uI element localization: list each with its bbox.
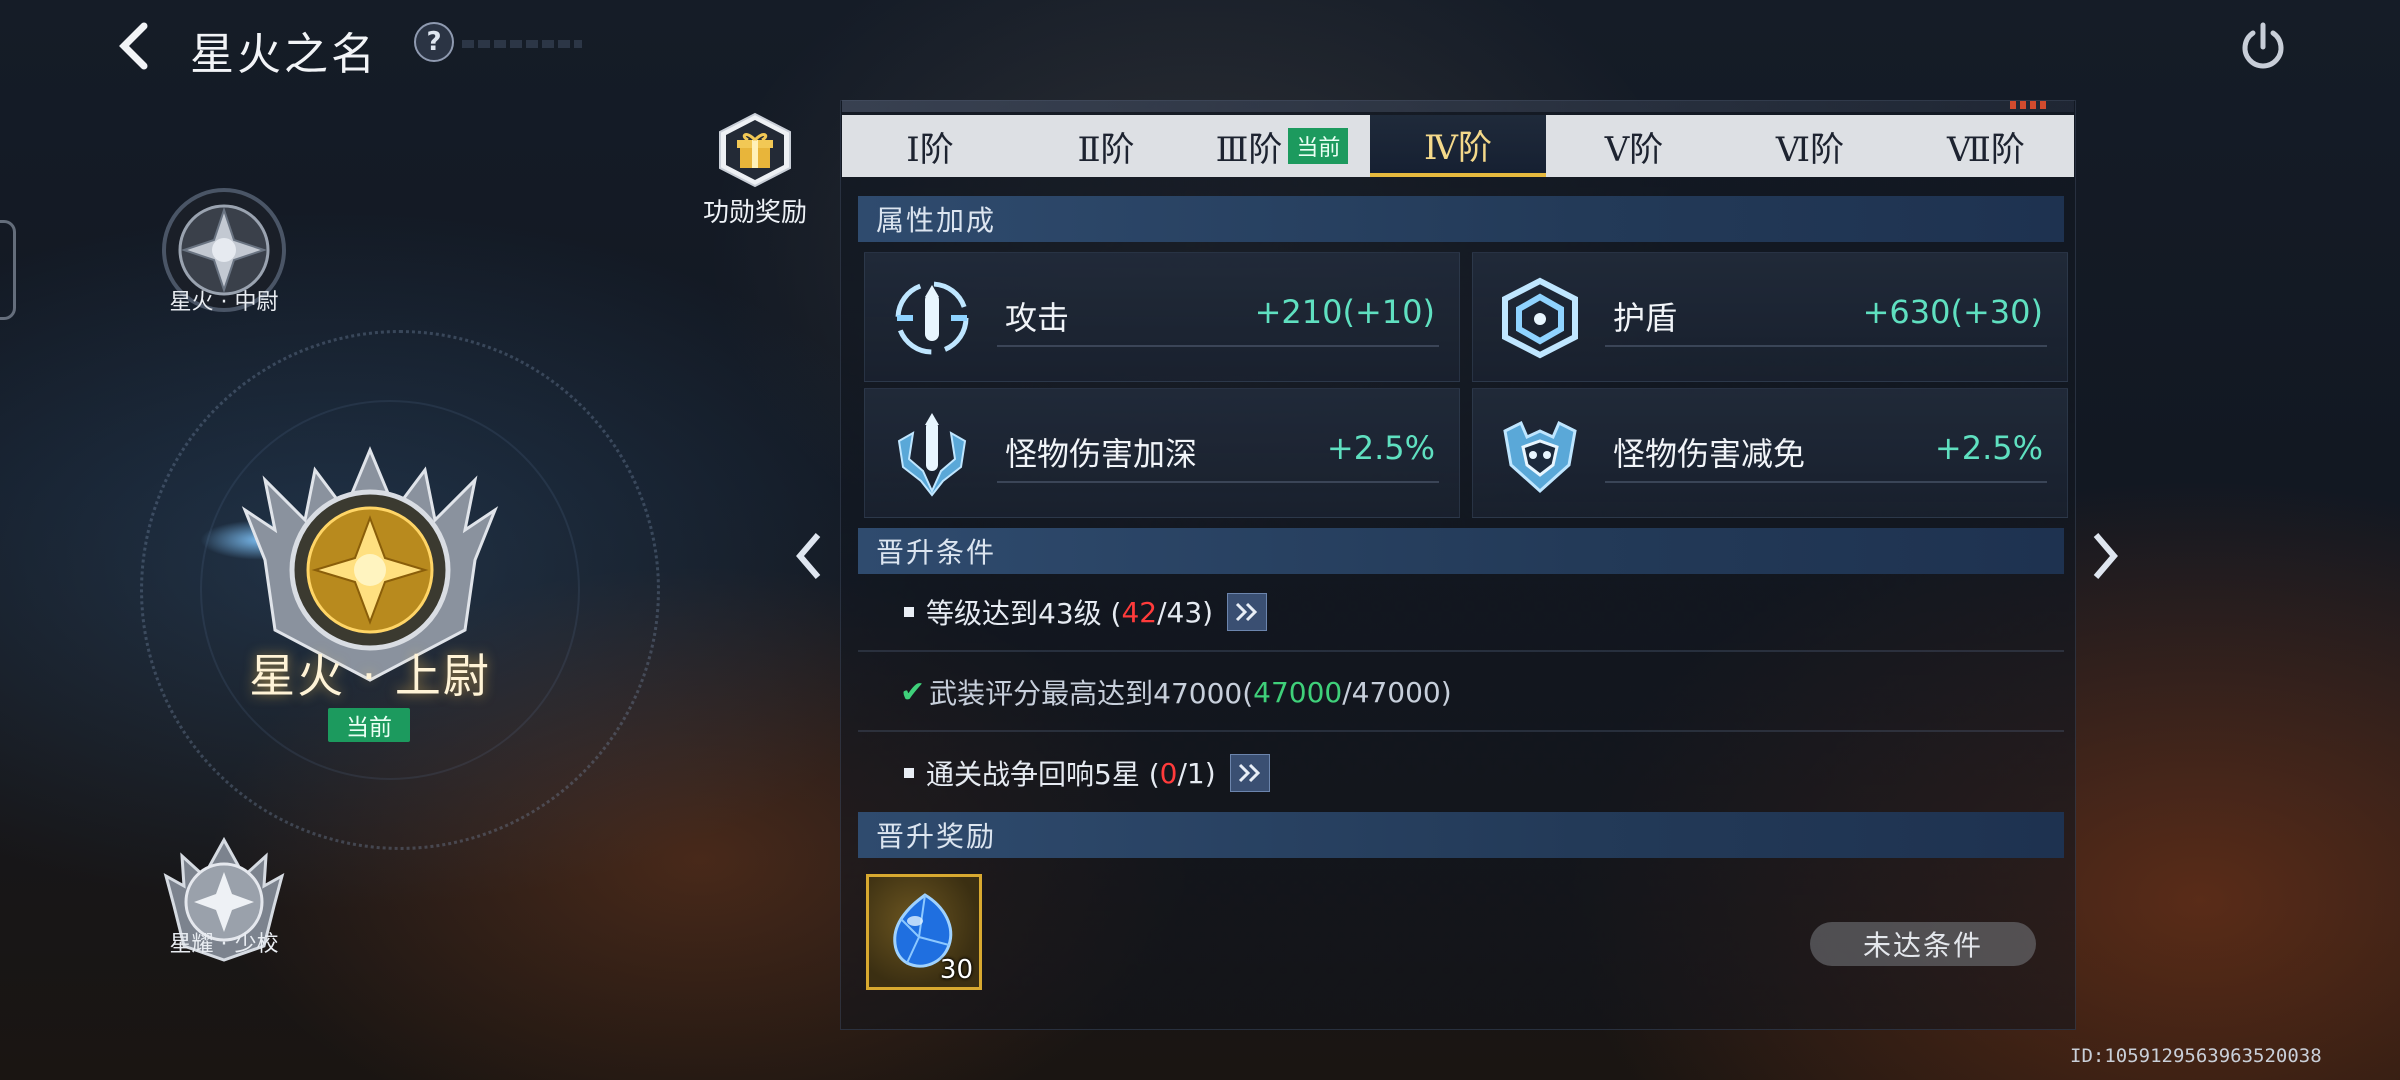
attribute-divider	[1605, 345, 2047, 347]
tab-current-badge: 当前	[1288, 128, 1349, 164]
attribute-name: 护盾	[1613, 299, 1678, 337]
tab-tier-5[interactable]: Ⅴ阶	[1546, 115, 1722, 177]
goto-war-button[interactable]	[1229, 754, 1270, 792]
chevron-right-icon	[2093, 533, 2118, 579]
tab-tier-1[interactable]: Ⅰ阶	[842, 115, 1018, 177]
promote-status-button[interactable]: 未达条件	[1810, 922, 2036, 966]
power-button[interactable]	[2236, 20, 2290, 74]
medal-reward-label: 功勋奖励	[702, 198, 807, 228]
tab-label: Ⅳ阶	[1424, 127, 1492, 168]
condition-progress-current: 0	[1159, 756, 1178, 790]
tier-tabs: Ⅰ阶 Ⅱ阶 Ⅲ阶 当前 Ⅳ阶 Ⅴ阶 Ⅵ阶 Ⅶ阶	[842, 115, 2074, 177]
back-arrow-icon	[119, 22, 148, 70]
help-icon[interactable]: ?	[414, 22, 454, 62]
attribute-divider	[997, 481, 1439, 483]
medal-reward-button[interactable]: 功勋奖励	[690, 112, 820, 232]
tab-label: Ⅰ阶	[906, 129, 954, 170]
bullet-icon	[904, 607, 914, 617]
back-button[interactable]	[108, 18, 160, 74]
condition-text: 通关战争回响5星 (	[926, 758, 1160, 791]
page-title: 星火之名	[190, 29, 378, 80]
shield-hex-icon	[1502, 277, 1578, 359]
condition-gear-row: ✔ 武装评分最高达到47000(47000/47000)	[858, 654, 2064, 732]
double-chevron-right-icon	[1236, 602, 1258, 622]
attribute-card-attack: 攻击 +210(+10)	[864, 252, 1460, 382]
attribute-card-shield: 护盾 +630(+30)	[1472, 252, 2068, 382]
tab-tier-7[interactable]: Ⅶ阶	[1898, 115, 2074, 177]
condition-progress-current: 47000	[1253, 675, 1343, 709]
left-edge-decoration	[0, 220, 16, 320]
attribute-divider	[1605, 481, 2047, 483]
tab-label: Ⅵ阶	[1775, 129, 1845, 170]
player-id: ID:1059129563963520038	[2070, 1045, 2322, 1067]
check-icon: ✔	[900, 674, 926, 710]
reward-item-slot[interactable]: 30	[866, 874, 982, 990]
condition-progress-total: /43)	[1157, 595, 1214, 629]
attribute-name: 怪物伤害加深	[1005, 435, 1198, 473]
rank-lower-label: 星耀 · 少校	[169, 932, 279, 957]
attribute-card-monster-defense: 怪物伤害减免 +2.5%	[1472, 388, 2068, 518]
goto-level-button[interactable]	[1227, 593, 1268, 631]
condition-text: 等级达到43级 (	[926, 597, 1122, 630]
tab-label: Ⅲ阶	[1215, 129, 1283, 170]
conditions-section-header: 晋升条件	[858, 528, 2064, 574]
condition-war-row: 通关战争回响5星 (0/1)	[858, 734, 2064, 812]
tab-tier-2[interactable]: Ⅱ阶	[1018, 115, 1194, 177]
monster-defense-icon	[1503, 420, 1577, 494]
power-icon	[2242, 22, 2284, 69]
attribute-name: 怪物伤害减免	[1613, 435, 1806, 473]
rank-current-label: 星火 · 上尉	[249, 649, 491, 703]
rank-upper-label: 星火 · 中尉	[169, 290, 279, 315]
double-chevron-right-icon	[1238, 763, 1260, 783]
tab-tier-3[interactable]: Ⅲ阶 当前	[1194, 115, 1370, 177]
attribute-divider	[997, 345, 1439, 347]
tab-label: Ⅱ阶	[1077, 129, 1135, 170]
attribute-value: +2.5%	[1326, 429, 1435, 467]
attributes-section-header: 属性加成	[858, 196, 2064, 242]
header-decoration	[462, 40, 582, 48]
condition-progress-total: /1)	[1177, 756, 1216, 790]
attribute-value: +210(+10)	[1254, 293, 1435, 331]
rank-current-badge: 当前	[328, 708, 410, 742]
panel-top-bar	[842, 100, 2074, 112]
attack-bullet-icon	[895, 281, 969, 355]
bullet-icon	[904, 768, 914, 778]
gift-box-icon	[719, 112, 791, 188]
tab-label: Ⅴ阶	[1604, 129, 1664, 170]
condition-text: 武装评分最高达到47000(	[929, 677, 1254, 710]
next-tier-button[interactable]	[2086, 526, 2126, 586]
condition-progress-current: 42	[1121, 595, 1158, 629]
tab-tier-4[interactable]: Ⅳ阶	[1370, 115, 1546, 177]
previous-tier-button[interactable]	[788, 526, 828, 586]
reward-item-count: 30	[939, 955, 973, 985]
attribute-value: +630(+30)	[1862, 293, 2043, 331]
attribute-value: +2.5%	[1934, 429, 2043, 467]
tab-tier-6[interactable]: Ⅵ阶	[1722, 115, 1898, 177]
monster-damage-icon	[897, 413, 967, 497]
attribute-name: 攻击	[1005, 299, 1070, 337]
panel-top-bar-accent	[2010, 101, 2050, 109]
condition-level-row: 等级达到43级 (42/43)	[858, 574, 2064, 652]
condition-progress-total: /47000)	[1342, 675, 1452, 709]
rewards-section-header: 晋升奖励	[858, 812, 2064, 858]
chevron-left-icon	[796, 533, 821, 579]
tab-label: Ⅶ阶	[1947, 129, 2025, 170]
attribute-card-monster-damage: 怪物伤害加深 +2.5%	[864, 388, 1460, 518]
